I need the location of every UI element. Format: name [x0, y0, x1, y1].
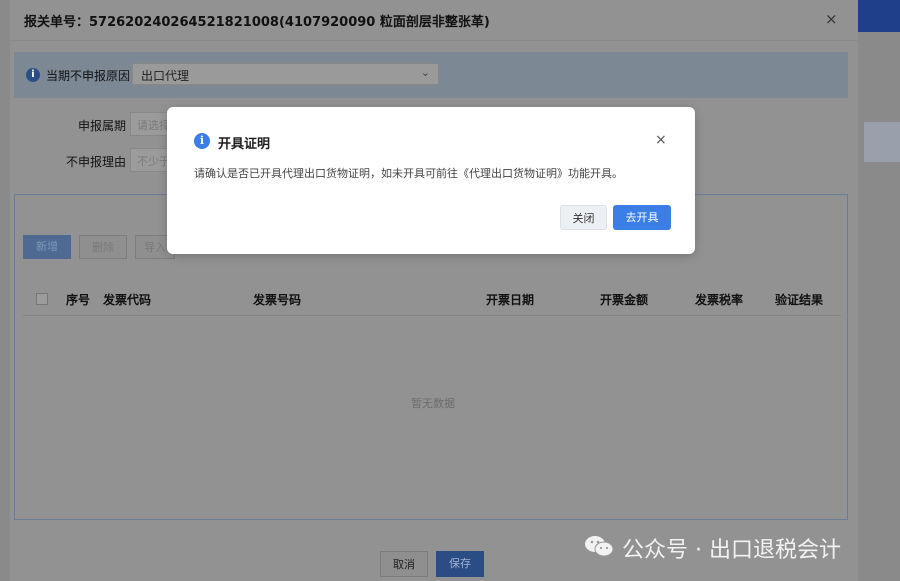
modal-message: 请确认是否已开具代理出口货物证明，如未开具可前往《代理出口货物证明》功能开具。: [194, 167, 623, 180]
background-left-edge: [0, 0, 10, 581]
period-label: 申报属期: [78, 119, 127, 133]
wechat-icon: [585, 536, 614, 557]
modal-close-button[interactable]: 关闭: [560, 205, 607, 230]
column-tax-rate: 发票税率: [695, 293, 744, 307]
dialog-header: 报关单号：5726202402645218210​08(4107920090 粒…: [10, 0, 858, 41]
background-right-edge: [858, 0, 900, 581]
info-icon: i: [194, 133, 210, 149]
go-issue-button[interactable]: 去开具: [613, 205, 671, 230]
select-all-checkbox[interactable]: [36, 293, 48, 305]
column-invoice-number: 发票号码: [253, 293, 302, 307]
reason-bar: i 当期不申报原因 出口代理 ⌄: [14, 52, 848, 98]
info-icon: i: [26, 68, 40, 82]
column-invoice-amount: 开票金额: [600, 293, 649, 307]
declaration-dialog: 报关单号：5726202402645218210​08(4107920090 粒…: [10, 0, 858, 581]
period-placeholder: 请选择: [137, 119, 169, 132]
delete-button[interactable]: 删除: [79, 235, 127, 259]
background-panel: [864, 122, 900, 162]
empty-state: 暂无数据: [411, 397, 455, 410]
chevron-down-icon: ⌄: [420, 66, 430, 79]
reason-select[interactable]: 出口代理 ⌄: [132, 63, 439, 85]
save-button[interactable]: 保存: [436, 551, 484, 577]
column-invoice-date: 开票日期: [486, 293, 535, 307]
column-verify-result: 验证结果: [775, 293, 824, 307]
column-invoice-code: 发票代码: [103, 293, 152, 307]
dialog-title: 报关单号：5726202402645218210​08(4107920090 粒…: [24, 15, 490, 30]
no-declare-reason-placeholder: 不少于: [137, 155, 169, 168]
add-button[interactable]: 新增: [23, 235, 71, 259]
modal-title: 开具证明: [218, 137, 271, 152]
background-header-bar: [858, 0, 900, 32]
no-declare-reason-input[interactable]: 不少于: [130, 148, 170, 172]
cancel-button[interactable]: 取消: [380, 551, 428, 577]
watermark-text: 公众号 · 出口退税会计: [622, 538, 841, 563]
reason-label: 当期不申报原因: [46, 69, 131, 83]
dialog-close-icon[interactable]: ×: [825, 10, 838, 28]
table-header: 序号 发票代码 发票号码 开票日期 开票金额 发票税率 验证结果: [23, 285, 841, 316]
issue-certificate-modal: i 开具证明 × 请确认是否已开具代理出口货物证明，如未开具可前往《代理出口货物…: [167, 107, 695, 254]
column-index: 序号: [66, 293, 91, 307]
modal-close-icon[interactable]: ×: [655, 132, 667, 148]
no-declare-reason-label: 不申报理由: [66, 155, 127, 169]
period-input[interactable]: 请选择: [130, 112, 170, 136]
reason-select-value: 出口代理: [141, 69, 190, 83]
